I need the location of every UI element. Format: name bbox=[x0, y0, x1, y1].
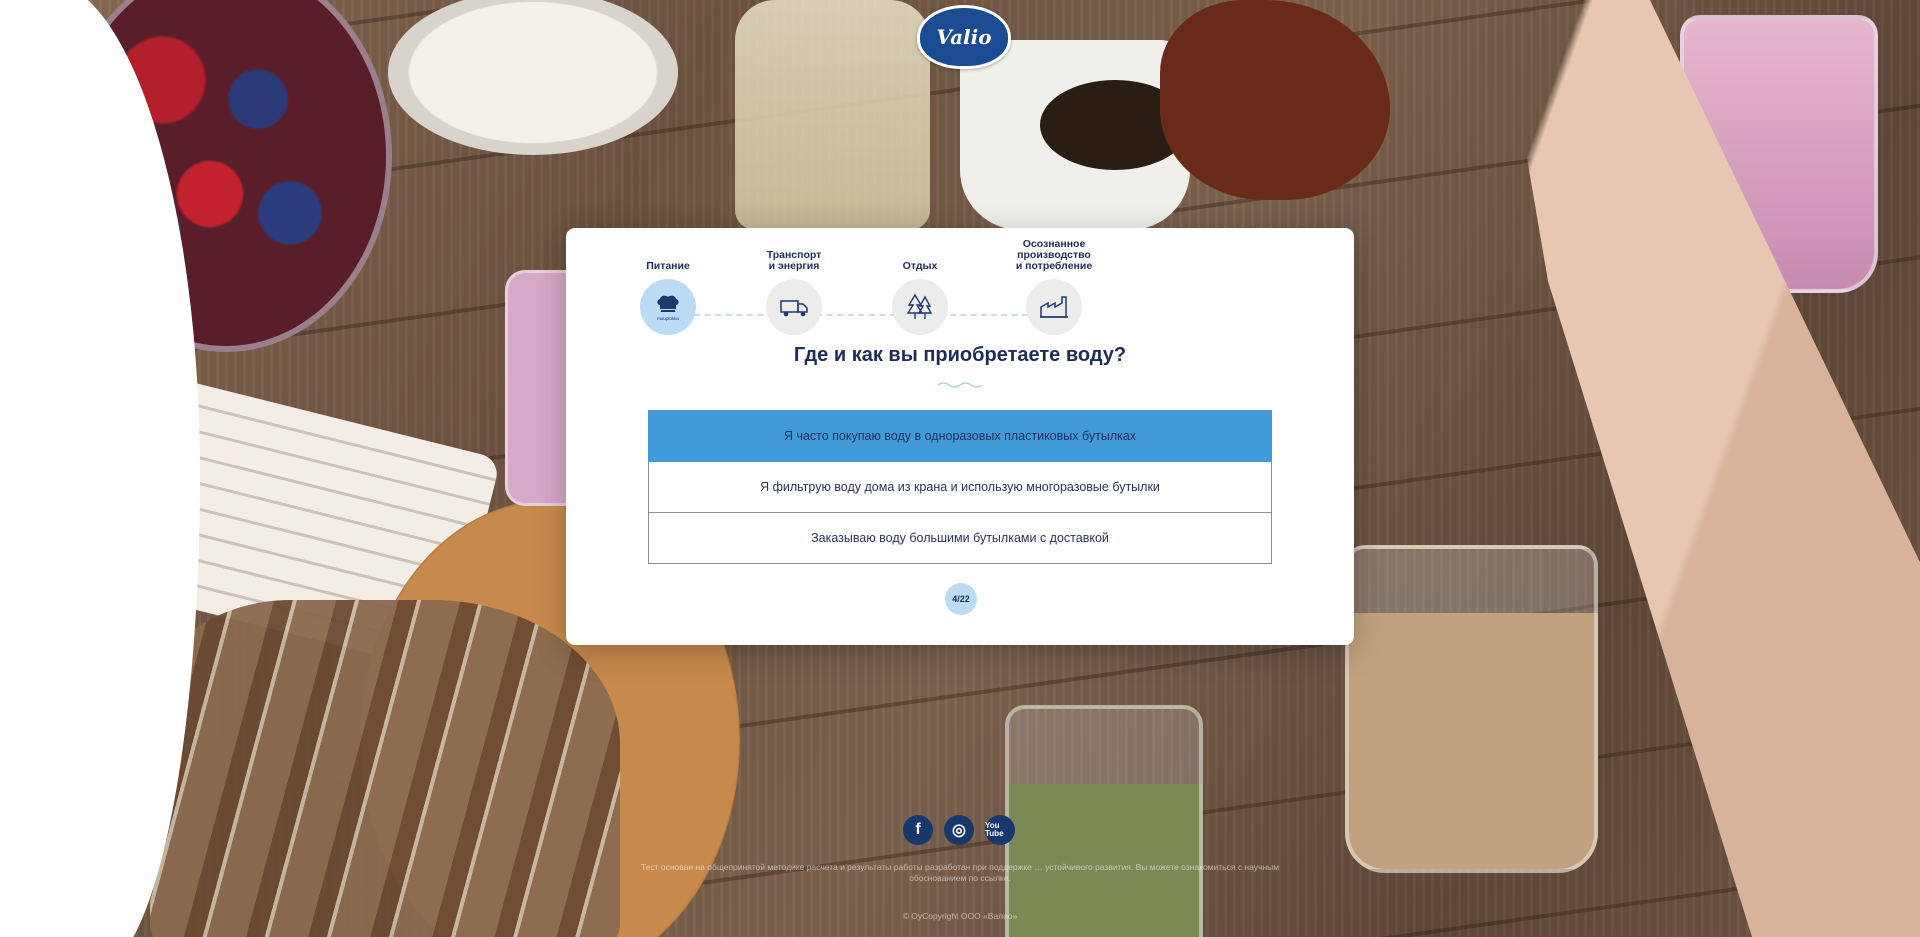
valio-logo[interactable]: Valio bbox=[917, 5, 1011, 69]
answer-option[interactable]: Я часто покупаю воду в одноразовых пласт… bbox=[648, 410, 1272, 462]
answer-option[interactable]: Заказываю воду большими бутылками с дост… bbox=[648, 513, 1272, 564]
instagram-icon[interactable]: ◎ bbox=[944, 815, 974, 845]
answer-option[interactable]: Я фильтрую воду дома из крана и использу… bbox=[648, 462, 1272, 513]
step-label: Отдых bbox=[902, 260, 938, 272]
trees-icon bbox=[906, 293, 933, 319]
bottle-image bbox=[735, 0, 930, 230]
latte-glass-image bbox=[1345, 545, 1598, 873]
step-leisure[interactable]: Отдых bbox=[855, 242, 985, 335]
answer-list: Я часто покупаю воду в одноразовых пласт… bbox=[648, 410, 1272, 564]
coffee-cup-image bbox=[960, 40, 1190, 230]
step-label: Осознанное производство и потребление bbox=[1015, 238, 1093, 272]
step-circle[interactable]: mauplökka bbox=[640, 279, 696, 335]
step-circle[interactable] bbox=[766, 279, 822, 335]
step-nutrition[interactable]: Питание mauplökka bbox=[603, 242, 733, 335]
step-circle[interactable] bbox=[892, 279, 948, 335]
bread-image bbox=[150, 600, 620, 937]
wave-divider-icon bbox=[938, 382, 982, 388]
progress-counter: 4/22 bbox=[945, 583, 977, 615]
step-label: Транспорт и энергия bbox=[766, 249, 822, 272]
footer-disclaimer: Тест основан на общепринятой методике ра… bbox=[640, 862, 1280, 883]
step-circle[interactable] bbox=[1026, 279, 1082, 335]
social-links: f ◎ You Tube bbox=[903, 815, 1015, 845]
truck-icon bbox=[780, 300, 808, 317]
milk-jug-image bbox=[1160, 0, 1390, 200]
youtube-icon[interactable]: You Tube bbox=[985, 815, 1015, 845]
plate-image bbox=[388, 0, 678, 155]
step-label: Питание bbox=[646, 260, 690, 272]
chef-hat-icon: mauplökka bbox=[657, 295, 679, 321]
footer-copyright: © OyCopyright ООО «Валио» bbox=[902, 911, 1018, 921]
step-badge: mauplökka bbox=[657, 316, 679, 321]
green-glass-image bbox=[1005, 705, 1203, 937]
factory-icon bbox=[1040, 296, 1068, 318]
question-title: Где и как вы приобретаете воду? bbox=[793, 344, 1127, 366]
quiz-card: Питание mauplökka Транспорт и энергия От… bbox=[566, 228, 1354, 645]
facebook-icon[interactable]: f bbox=[903, 815, 933, 845]
step-transport[interactable]: Транспорт и энергия bbox=[729, 242, 859, 335]
step-production[interactable]: Осознанное производство и потребление bbox=[989, 238, 1119, 335]
